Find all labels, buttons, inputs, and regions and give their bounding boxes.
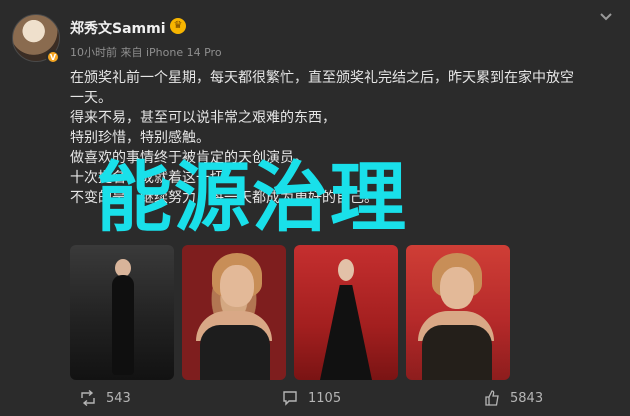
photo-1[interactable]: [70, 245, 174, 380]
like-button[interactable]: 5843: [484, 390, 543, 406]
post-footer: 543 1105 5843: [0, 382, 630, 416]
repost-icon: [80, 390, 96, 406]
comment-button[interactable]: 1105: [282, 390, 341, 406]
thumbs-up-icon: [484, 390, 500, 406]
post-header: V 郑秀文Sammi ♛ 10小时前 来自 iPhone 14 Pro: [0, 0, 630, 70]
crown-icon[interactable]: ♛: [170, 18, 186, 34]
repost-button[interactable]: 543: [80, 390, 131, 406]
verified-badge: V: [46, 50, 60, 64]
post-meta: 10小时前 来自 iPhone 14 Pro: [70, 46, 222, 59]
comment-icon: [282, 390, 298, 406]
photo-grid: [70, 245, 615, 380]
like-count: 5843: [510, 390, 544, 406]
overlay-title: 能源治理: [96, 153, 408, 242]
photo-4[interactable]: [406, 245, 510, 380]
chevron-down-icon[interactable]: [594, 8, 618, 28]
comment-count: 1105: [308, 390, 342, 406]
username[interactable]: 郑秀文Sammi: [70, 18, 166, 38]
repost-count: 543: [106, 390, 131, 406]
photo-3[interactable]: [294, 245, 398, 380]
photo-2[interactable]: [182, 245, 286, 380]
